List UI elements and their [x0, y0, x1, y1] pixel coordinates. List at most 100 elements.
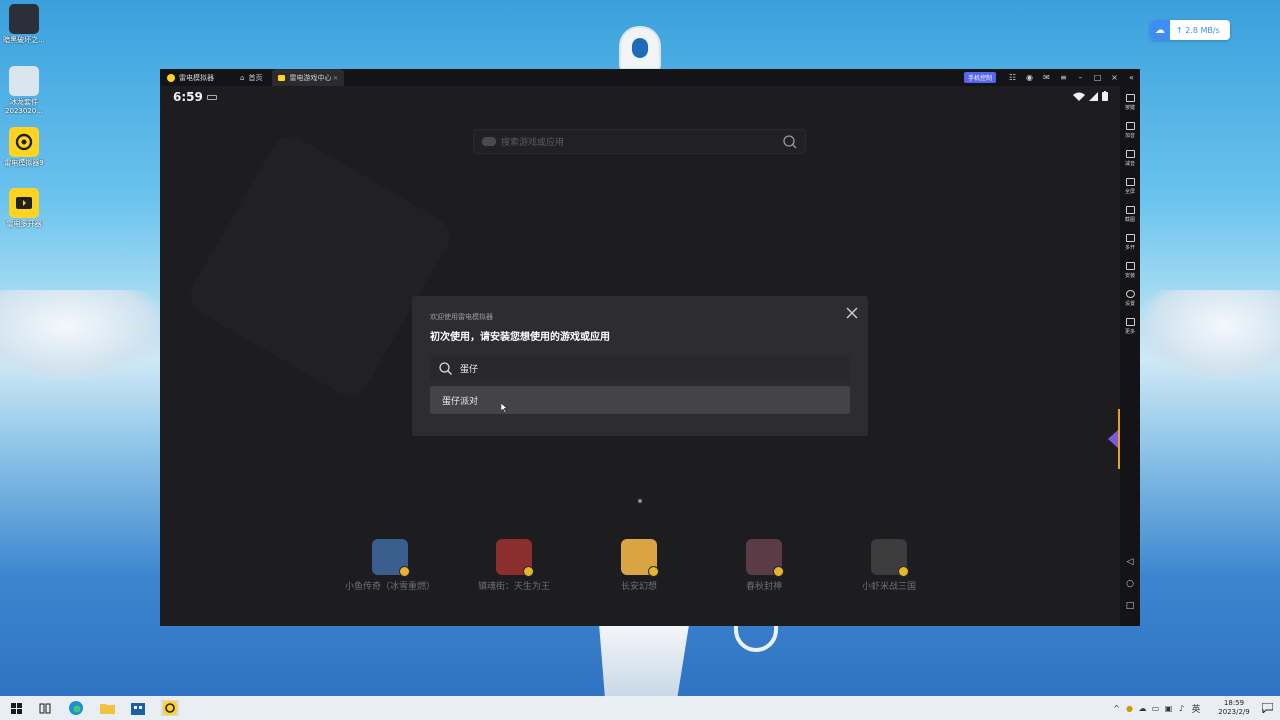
sidebar-item-keymap[interactable]: 按键: [1120, 94, 1140, 111]
search-icon[interactable]: [783, 135, 797, 149]
welcome-install-dialog: 欢迎使用雷电模拟器 初次使用，请安装您想使用的游戏或应用 蛋仔派对: [412, 296, 868, 436]
sidebar-item-label: 按键: [1124, 105, 1135, 111]
page-indicator: [638, 499, 642, 503]
system-tray: ^ ● ☁ ▭ ▣ ♪ 英 18:59 2023/2/9: [1110, 696, 1280, 720]
search-suggestion-item[interactable]: 蛋仔派对: [430, 386, 850, 414]
minimize-icon[interactable]: –: [1072, 73, 1089, 82]
volume-tray-icon[interactable]: ♪: [1175, 704, 1188, 713]
volume-up-icon: [1125, 122, 1135, 130]
desktop-wallpaper-cloud-right: [1140, 290, 1280, 380]
desktop-icon-character[interactable]: 冰龙套件 2023020...: [2, 66, 46, 116]
back-nav-button[interactable]: ◁: [1120, 557, 1140, 567]
game-item[interactable]: 长安幻想: [579, 539, 699, 592]
sidebar-item-install[interactable]: 安装: [1120, 262, 1140, 279]
display-tray-icon[interactable]: ▭: [1149, 704, 1162, 713]
tray-date: 2023/2/9: [1218, 708, 1250, 716]
phone-control-button[interactable]: 手机控制: [963, 72, 996, 83]
desktop-icon-game[interactable]: 暗黑破坏之...: [2, 4, 46, 45]
game-name: 长安幻想: [620, 582, 657, 592]
install-icon: [1125, 262, 1135, 270]
game-icon: [871, 539, 909, 577]
close-icon[interactable]: [844, 305, 860, 321]
search-suggestion-label: 蛋仔派对: [442, 396, 479, 407]
game-icon: [746, 539, 784, 577]
avatar-icon[interactable]: ◉: [1021, 73, 1038, 82]
emulator-titlebar: 雷电模拟器 ⌂ 首页 雷电游戏中心 × 手机控制 ☷ ◉ ✉ ≡ – □ × «: [160, 69, 1140, 86]
side-drawer-handle[interactable]: [1105, 409, 1120, 469]
battery-icon: [1102, 91, 1108, 101]
recent-nav-button[interactable]: □: [1120, 601, 1140, 611]
network-speed-value: ↑ 2.8 MB/s: [1176, 25, 1220, 35]
gamepad-icon: [482, 137, 496, 146]
game-name: 小虾米战三国: [861, 582, 916, 592]
file-explorer-icon[interactable]: [99, 700, 115, 716]
android-screen: 6:59 搜索游戏或应用 小鱼传奇（冰雪重燃） 镇魂街：天生为王 长安幻想 春秋…: [160, 86, 1120, 626]
tab-close-icon[interactable]: ×: [333, 74, 339, 82]
search-icon: [439, 362, 452, 375]
ldplayer-icon: [9, 127, 39, 157]
game-item[interactable]: 春秋封神: [704, 539, 824, 592]
sidebar-item-more[interactable]: 更多: [1120, 318, 1140, 335]
task-view-icon[interactable]: [37, 700, 53, 716]
windows-start-icon[interactable]: [8, 700, 24, 716]
game-name: 小鱼传奇（冰雪重燃）: [344, 582, 435, 592]
game-item[interactable]: 小鱼传奇（冰雪重燃）: [330, 539, 450, 592]
network-speed-widget[interactable]: ☁ ↑ 2.8 MB/s: [1150, 20, 1230, 40]
window-controls: 手机控制 ☷ ◉ ✉ ≡ – □ × «: [963, 69, 1140, 86]
gamecenter-icon: [278, 74, 286, 81]
ldplayer-tray-icon[interactable]: ●: [1123, 704, 1136, 713]
fullscreen-icon: [1125, 178, 1135, 186]
game-name: 镇魂街：天生为王: [477, 582, 550, 592]
sidebar-item-screenshot[interactable]: 截图: [1120, 206, 1140, 223]
status-time: 6:59: [173, 90, 203, 104]
sidebar-item-label: 更多: [1124, 329, 1135, 335]
tab-game-center[interactable]: 雷电游戏中心 ×: [272, 69, 345, 86]
menu-icon[interactable]: ≡: [1055, 73, 1072, 82]
chevron-up-icon[interactable]: ^: [1110, 704, 1123, 713]
dialog-title: 初次使用，请安装您想使用的游戏或应用: [430, 332, 610, 343]
notification-center-icon[interactable]: [1254, 703, 1280, 713]
sidebar-item-volume-down[interactable]: 减音: [1120, 150, 1140, 167]
desktop-icon-ldmulti[interactable]: 雷电多开器: [2, 188, 46, 229]
sidebar-item-label: 安装: [1124, 273, 1135, 279]
gamepad-icon[interactable]: ☷: [1004, 73, 1021, 82]
game-item[interactable]: 镇魂街：天生为王: [454, 539, 574, 592]
emulator-window: 雷电模拟器 ⌂ 首页 雷电游戏中心 × 手机控制 ☷ ◉ ✉ ≡ – □ × «…: [160, 69, 1140, 626]
tab-home[interactable]: ⌂ 首页: [230, 69, 272, 86]
app-title-text: 雷电模拟器: [179, 73, 214, 82]
desktop-icon-ldplayer[interactable]: 雷电模拟器9: [2, 127, 46, 168]
store-icon[interactable]: [130, 700, 146, 716]
game-item[interactable]: 小虾米战三国: [829, 539, 949, 592]
ldplayer-taskbar-icon[interactable]: [161, 700, 179, 716]
ldplayer-logo-icon: [167, 73, 175, 82]
scissors-icon: [1125, 206, 1135, 214]
cloud-tray-icon[interactable]: ☁: [1136, 704, 1149, 713]
edge-browser-icon[interactable]: [68, 700, 84, 716]
keyboard-icon: [1125, 94, 1135, 102]
tray-clock[interactable]: 18:59 2023/2/9: [1214, 699, 1254, 717]
network-tray-icon[interactable]: ▣: [1162, 704, 1175, 713]
more-icon: [1125, 318, 1135, 326]
close-window-icon[interactable]: ×: [1106, 73, 1123, 82]
tray-time: 18:59: [1223, 699, 1245, 707]
sidebar-item-label: 全屏: [1124, 189, 1135, 195]
collapse-sidebar-icon[interactable]: «: [1123, 73, 1140, 82]
sidebar-item-multi[interactable]: 多开: [1120, 234, 1140, 251]
status-icons: [1073, 91, 1108, 101]
settings-icon: [1125, 290, 1135, 298]
game-search-bar[interactable]: 搜索游戏或应用: [473, 129, 806, 154]
app-search-field[interactable]: [430, 356, 850, 381]
sidebar-item-settings[interactable]: 设置: [1120, 290, 1140, 307]
multi-instance-icon: [1125, 234, 1135, 242]
home-nav-button[interactable]: ○: [1120, 579, 1140, 589]
dialog-subtitle: 欢迎使用雷电模拟器: [430, 313, 493, 321]
tab-game-center-label: 雷电游戏中心: [289, 73, 332, 82]
game-dark-icon: [9, 4, 39, 34]
ime-indicator[interactable]: 英: [1188, 702, 1204, 715]
sidebar-item-volume-up[interactable]: 加音: [1120, 122, 1140, 139]
mail-icon[interactable]: ✉: [1038, 73, 1055, 82]
maximize-icon[interactable]: □: [1089, 73, 1106, 82]
sidebar-item-fullscreen[interactable]: 全屏: [1120, 178, 1140, 195]
app-search-input[interactable]: [460, 363, 840, 374]
desktop-wallpaper-tower: [619, 26, 661, 70]
